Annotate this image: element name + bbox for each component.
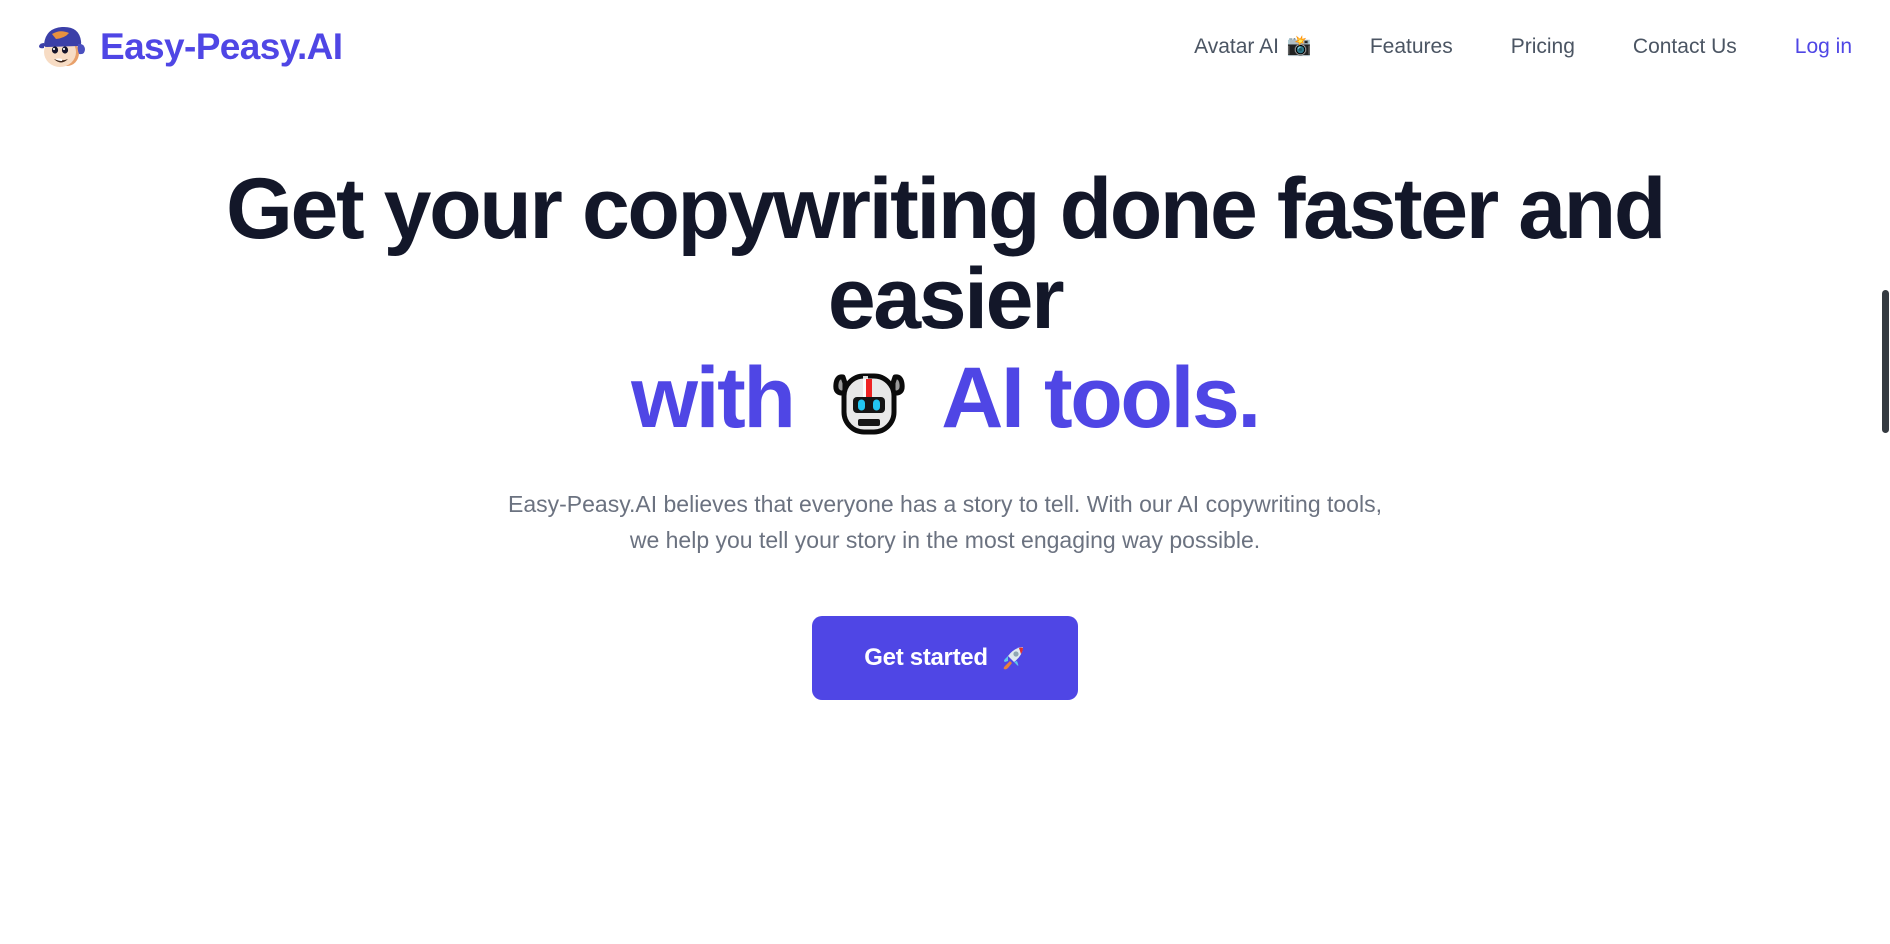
brand-logo-link[interactable]: Easy-Peasy.AI [34,18,343,74]
nav-item-label: Features [1369,34,1453,58]
hero-accent-pre: with [631,349,796,446]
hero-cta-container: Get started [0,616,1890,701]
site-header: Easy-Peasy.AI Avatar AI 📸 Features Prici… [0,0,1890,92]
hero-title-line-1: Get your copywriting done faster and [226,161,1666,257]
hero-title-line-2: easier [827,251,1065,348]
nav-item-contact-us[interactable]: Contact Us [1633,26,1737,67]
rocket-icon [1000,645,1026,671]
robot-face-icon [827,357,911,441]
get-started-button[interactable]: Get started [812,616,1078,701]
camera-with-flash-icon: 📸 [1286,35,1312,57]
landing-page: Easy-Peasy.AI Avatar AI 📸 Features Prici… [0,0,1890,944]
nav-item-label: Contact Us [1632,34,1737,58]
nav-item-label: Pricing [1510,34,1575,58]
hero-accent-post: AI tools. [941,349,1261,446]
get-started-label: Get started [864,644,988,672]
nav-item-label: Log in [1794,34,1852,58]
nav-item-avatar-ai[interactable]: Avatar AI 📸 [1194,26,1312,67]
brand-name: Easy-Peasy.AI [100,25,343,67]
nav-item-pricing[interactable]: Pricing [1511,26,1575,67]
hero-subtitle: Easy-Peasy.AI believes that everyone has… [508,490,1382,553]
hero-section: Get your copywriting done faster and eas… [0,92,1890,701]
page-title: Get your copywriting done faster and eas… [145,92,1745,443]
nav-item-label: Avatar AI [1194,34,1279,58]
main-navigation: Avatar AI 📸 Features Pricing Contact Us … [1194,26,1852,67]
avatar-face-cap-icon [34,18,90,74]
hero-title-accent-line: with AI tools. [145,349,1745,446]
vertical-scrollbar[interactable] [1881,0,1890,944]
nav-item-features[interactable]: Features [1370,26,1453,67]
scrollbar-thumb[interactable] [1882,290,1889,433]
nav-item-log-in[interactable]: Log in [1795,26,1852,67]
